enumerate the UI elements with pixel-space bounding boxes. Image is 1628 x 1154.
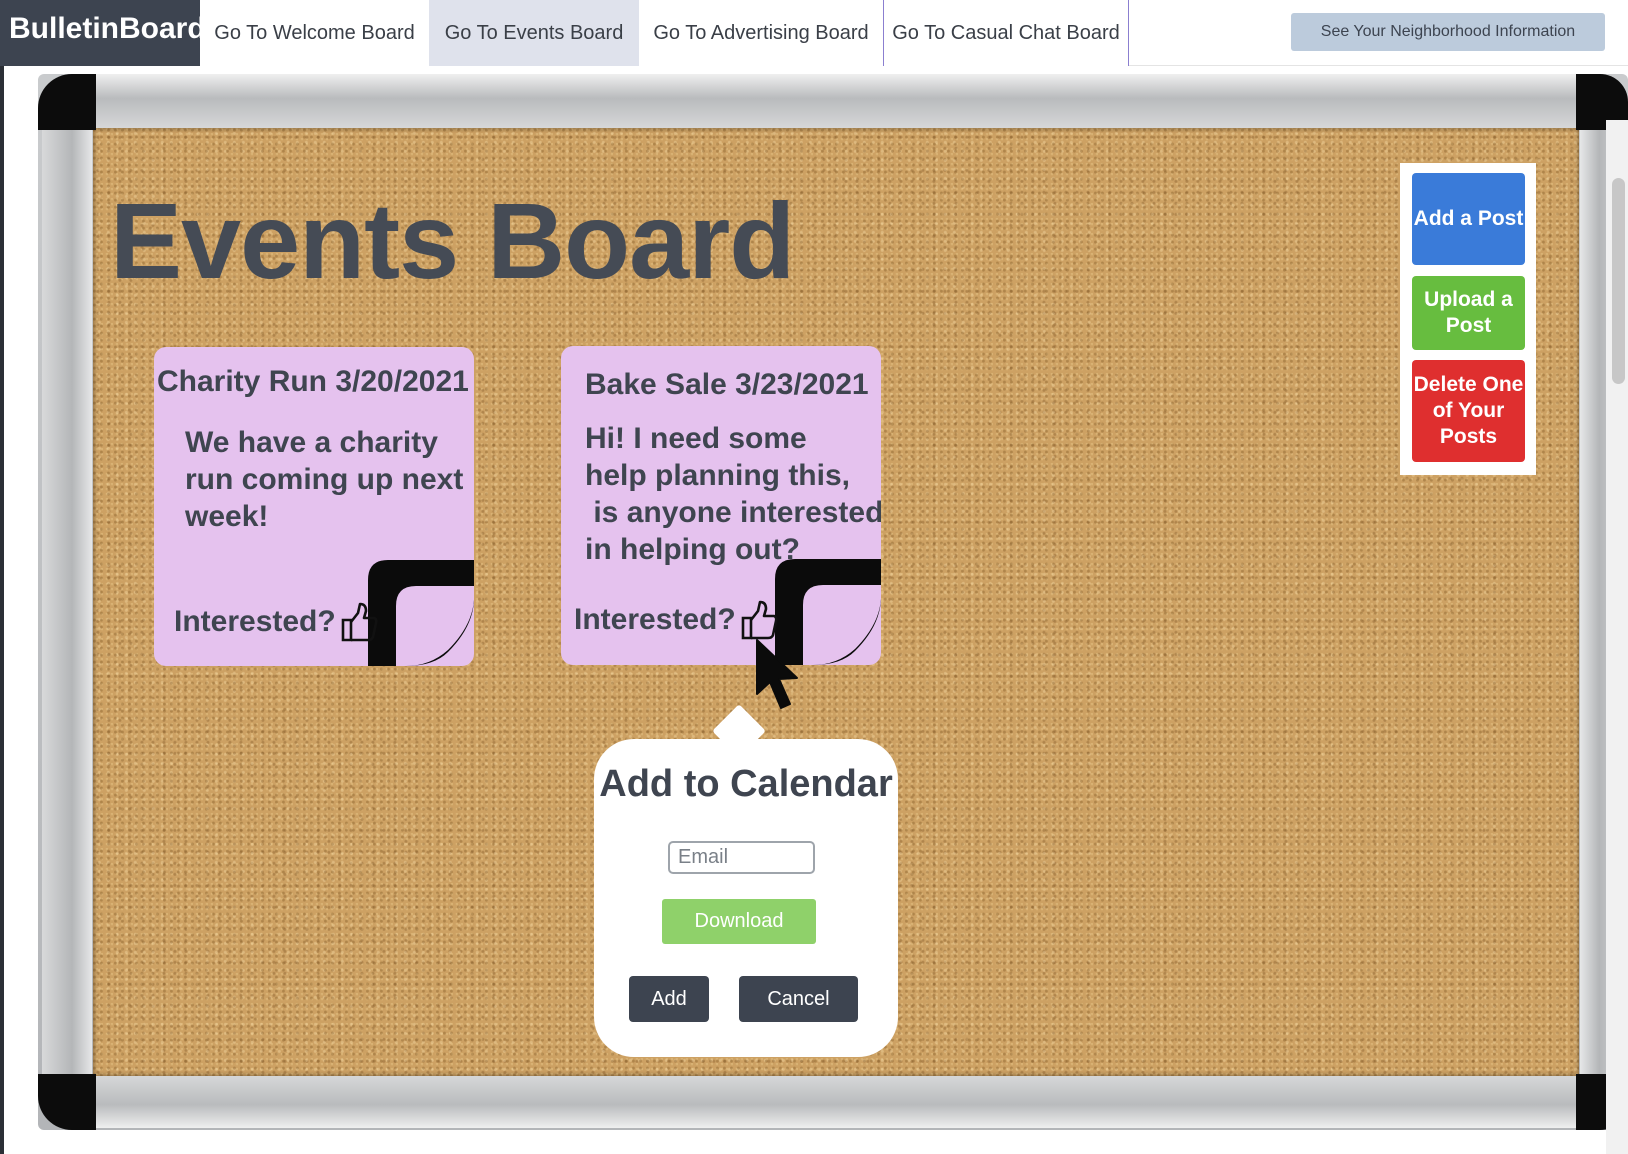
page-scrollbar-thumb[interactable] [1612,178,1625,384]
post-body-line: Hi! I need some [585,422,807,455]
add-to-calendar-popup: Add to Calendar Download Add Cancel [594,739,898,1057]
interested-label: Interested? [174,605,336,638]
mouse-pointer-icon [756,639,798,709]
cancel-button[interactable]: Cancel [739,976,858,1022]
post-body: Hi! I need some help planning this, is a… [585,420,881,568]
post-title: Bake Sale 3/23/2021 [585,368,869,401]
page-curl-icon [368,560,474,666]
download-button[interactable]: Download [662,899,816,944]
board-frame-bottom-rail [92,1076,1578,1128]
post-body-line: help planning this, [585,459,850,492]
post-body: We have a charity run coming up next wee… [185,424,463,535]
add-post-button[interactable]: Add a Post [1412,173,1525,265]
page-title: Events Board [110,180,795,301]
board-frame-left-rail [42,128,92,1076]
neighborhood-info-button[interactable]: See Your Neighborhood Information [1291,13,1605,51]
interested-label: Interested? [574,603,736,636]
add-button[interactable]: Add [629,976,709,1022]
top-navigation-bar: BulletinBoard Go To Welcome Board Go To … [0,0,1628,66]
tab-welcome-board[interactable]: Go To Welcome Board [200,0,429,66]
post-title: Charity Run 3/20/2021 [157,365,469,398]
tab-events-board[interactable]: Go To Events Board [429,0,639,66]
board-frame-top-rail [92,74,1578,128]
tab-advertising-board[interactable]: Go To Advertising Board [639,0,883,66]
delete-post-button[interactable]: Delete One of Your Posts [1412,360,1525,462]
post-actions-panel: Add a Post Upload a Post Delete One of Y… [1400,163,1536,475]
interested-control[interactable]: Interested? [574,600,778,640]
thumbs-up-icon[interactable] [340,602,378,642]
popup-title: Add to Calendar [599,763,893,805]
upload-post-button[interactable]: Upload a Post [1412,276,1525,350]
thumbs-up-icon[interactable] [740,600,778,640]
interested-control[interactable]: Interested? [174,602,378,642]
post-body-line: week! [185,500,269,533]
post-note-bake-sale[interactable]: Bake Sale 3/23/2021 Hi! I need some help… [561,346,881,665]
email-input[interactable] [668,841,815,874]
post-body-line: is anyone interested [585,496,881,529]
post-note-charity-run[interactable]: Charity Run 3/20/2021 We have a charity … [154,347,474,666]
brand-logo[interactable]: BulletinBoard [0,0,206,66]
tab-casual-chat-board[interactable]: Go To Casual Chat Board [883,0,1129,66]
post-body-line: We have a charity [185,426,438,459]
left-edge-strip [0,66,4,1154]
post-body-line: run coming up next [185,463,464,496]
